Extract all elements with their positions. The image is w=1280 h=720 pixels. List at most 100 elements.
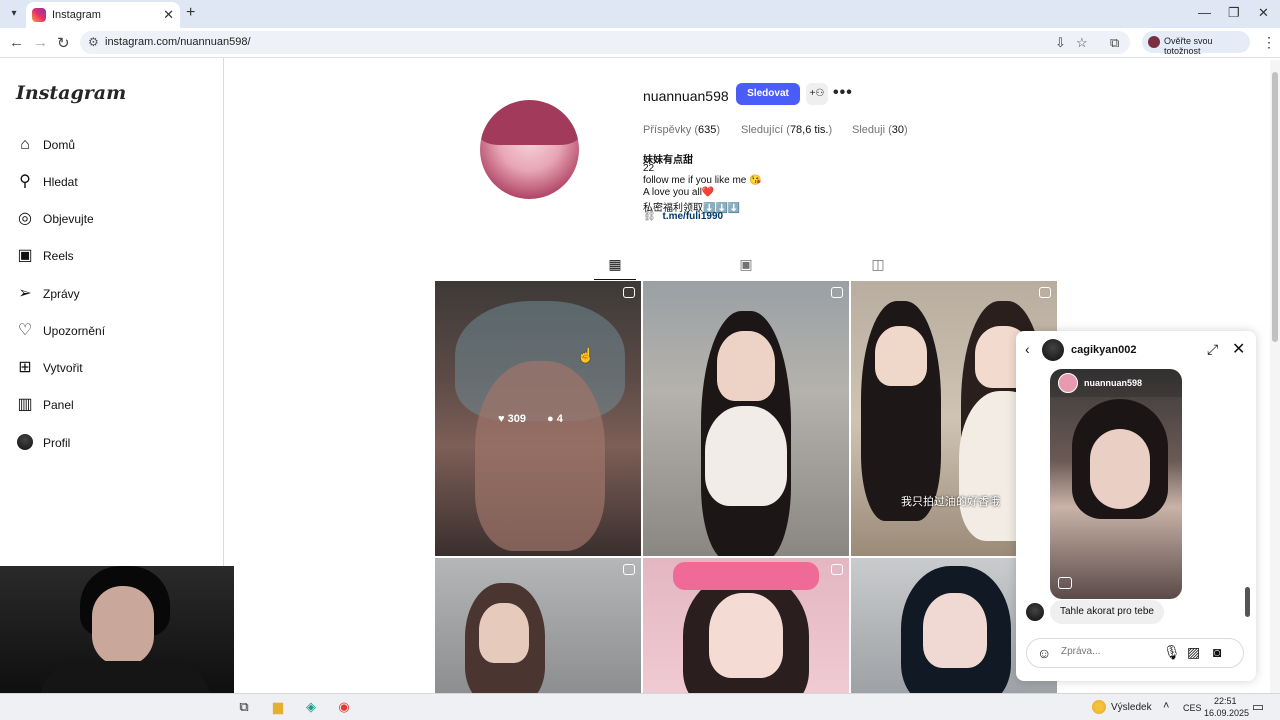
- chat-scrollbar[interactable]: [1245, 587, 1250, 617]
- instagram-logo[interactable]: Instagram: [16, 82, 126, 104]
- reels-tab-icon[interactable]: ▣: [738, 256, 754, 272]
- reel-icon: [1039, 287, 1051, 298]
- mouse-cursor-icon: ☝: [577, 347, 595, 363]
- reload-icon[interactable]: ↻: [57, 34, 70, 52]
- message-input[interactable]: [1061, 646, 1151, 657]
- reel-icon: [831, 287, 843, 298]
- post-image-element: [923, 593, 987, 668]
- back-icon[interactable]: ←: [9, 34, 24, 51]
- tagged-tab-icon[interactable]: ◫: [870, 256, 886, 272]
- sidebar-item-dashboard[interactable]: ▥ Panel: [16, 395, 206, 419]
- url-field[interactable]: ⚙ instagram.com/nuannuan598/ ⇩ ☆ ⧉: [80, 31, 1130, 54]
- notifications-icon[interactable]: ▭: [1250, 699, 1266, 715]
- followers-count[interactable]: Sledující (78,6 tis.): [741, 124, 832, 136]
- sidebar-item-home[interactable]: ⌂ Domů: [16, 135, 206, 159]
- suggested-users-icon[interactable]: +⚇: [806, 83, 828, 105]
- close-icon[interactable]: ✕: [1232, 339, 1245, 359]
- sidebar-item-label: Profil: [43, 436, 71, 450]
- window-close-icon[interactable]: ✕: [1258, 5, 1269, 21]
- language-indicator[interactable]: CES: [1183, 703, 1202, 713]
- expand-icon[interactable]: ⤢: [1207, 341, 1218, 358]
- sidebar-item-create[interactable]: ⊞ Vytvořit: [16, 358, 206, 382]
- sidebar-item-label: Objevujte: [43, 212, 94, 226]
- app-icon[interactable]: ◈: [303, 699, 319, 715]
- address-bar: ← → ↻ ⚙ instagram.com/nuannuan598/ ⇩ ☆ ⧉: [0, 28, 1280, 58]
- weather-icon[interactable]: [1092, 700, 1106, 714]
- browser-menu-icon[interactable]: ⋮: [1262, 34, 1276, 51]
- post-tile[interactable]: [643, 281, 849, 556]
- profile-tabs: ▦ ▣ ◫: [435, 252, 1057, 280]
- sidebar-item-label: Vytvořit: [43, 361, 83, 375]
- forward-icon[interactable]: →: [33, 34, 48, 51]
- weather-label[interactable]: Výsledek: [1111, 702, 1152, 713]
- active-tab-indicator: [594, 279, 636, 280]
- profile-picture[interactable]: [480, 100, 579, 199]
- sidebar-item-notifications[interactable]: ♡ Upozornění: [16, 321, 206, 345]
- webcam-person-face: [92, 586, 154, 666]
- bookmark-star-icon[interactable]: ☆: [1076, 35, 1088, 51]
- clock-time[interactable]: 22:51: [1214, 696, 1237, 706]
- following-value: 30: [891, 124, 905, 136]
- scrollbar-thumb[interactable]: [1272, 72, 1278, 342]
- extensions-icon[interactable]: ⧉: [1110, 35, 1119, 51]
- options-icon[interactable]: •••: [833, 84, 853, 102]
- heart-icon: ♡: [17, 322, 33, 339]
- sidebar-item-profile[interactable]: Profil: [16, 433, 206, 457]
- chevron-up-icon[interactable]: ˄: [1163, 700, 1169, 712]
- posts-grid-tab-icon[interactable]: ▦: [607, 256, 623, 272]
- following-count[interactable]: Sleduji (30): [852, 124, 908, 136]
- reel-icon: [623, 287, 635, 298]
- bio-link-text[interactable]: t.me/fuli1990: [662, 211, 723, 222]
- sticker-icon[interactable]: ◙: [1213, 644, 1221, 660]
- post-tile[interactable]: [643, 558, 849, 693]
- sidebar-item-search[interactable]: ⚲ Hledat: [16, 172, 206, 196]
- chat-contact-name[interactable]: cagikyan002: [1071, 344, 1136, 356]
- profile-username: nuannuan598: [643, 88, 729, 104]
- post-image-element: [717, 331, 775, 401]
- sidebar: Instagram ⌂ Domů ⚲ Hledat ◎ Objevujte ▣ …: [0, 58, 224, 566]
- reel-icon: [1058, 577, 1072, 589]
- tab-close-icon[interactable]: ✕: [163, 7, 174, 23]
- comment-icon: ●: [547, 413, 554, 425]
- sidebar-item-reels[interactable]: ▣ Reels: [16, 246, 206, 270]
- search-icon: ⚲: [19, 173, 31, 190]
- browser-tab[interactable]: Instagram ✕: [26, 2, 180, 28]
- post-tile[interactable]: [435, 558, 641, 693]
- follow-button[interactable]: Sledovat: [736, 83, 800, 105]
- sidebar-item-explore[interactable]: ◎ Objevujte: [16, 209, 206, 233]
- sidebar-item-label: Panel: [43, 398, 74, 412]
- post-image-element: [875, 326, 927, 386]
- sidebar-item-label: Zprávy: [43, 287, 80, 301]
- shared-post-image-face: [1090, 429, 1150, 509]
- file-explorer-icon[interactable]: ▆: [270, 699, 286, 715]
- tab-list-icon[interactable]: ▾: [4, 4, 24, 24]
- webcam-person-shirt: [40, 661, 210, 693]
- post-image-element: [479, 603, 529, 663]
- microphone-icon[interactable]: 🎙: [1163, 644, 1181, 661]
- site-info-icon[interactable]: ⚙: [88, 35, 99, 49]
- avatar: [1026, 603, 1044, 621]
- sidebar-item-label: Upozornění: [43, 324, 106, 338]
- avatar[interactable]: [1042, 339, 1064, 361]
- chevron-left-icon[interactable]: ‹: [1025, 341, 1030, 357]
- image-icon[interactable]: ▨: [1187, 644, 1200, 661]
- sidebar-item-messages[interactable]: ➢ Zprávy: [16, 284, 206, 308]
- minimize-icon[interactable]: —: [1198, 5, 1211, 20]
- page-scrollbar[interactable]: [1270, 60, 1280, 693]
- tab-title: Instagram: [52, 9, 101, 21]
- instagram-favicon-icon: [32, 8, 46, 22]
- bio-link[interactable]: ⛓ t.me/fuli1990: [643, 211, 723, 222]
- task-view-icon[interactable]: ⧉: [236, 699, 252, 715]
- clock-date[interactable]: 16.09.2025: [1204, 708, 1249, 718]
- install-app-icon[interactable]: ⇩: [1055, 35, 1066, 51]
- emoji-icon[interactable]: ☺: [1037, 645, 1051, 661]
- profile-avatar: [1148, 36, 1160, 48]
- verify-identity-button[interactable]: Ověřte svou totožnost: [1142, 31, 1250, 56]
- restore-icon[interactable]: ❐: [1228, 5, 1240, 21]
- new-tab-button[interactable]: +: [186, 4, 195, 22]
- heart-icon: ♥: [498, 413, 505, 425]
- chrome-icon[interactable]: ◉: [336, 699, 352, 715]
- shared-post[interactable]: nuannuan598: [1050, 369, 1182, 599]
- url-text[interactable]: instagram.com/nuannuan598/: [105, 36, 251, 48]
- taskbar: ⧉ ▆ ◈ ◉ Výsledek ˄ CES 22:51 16.09.2025 …: [0, 693, 1280, 720]
